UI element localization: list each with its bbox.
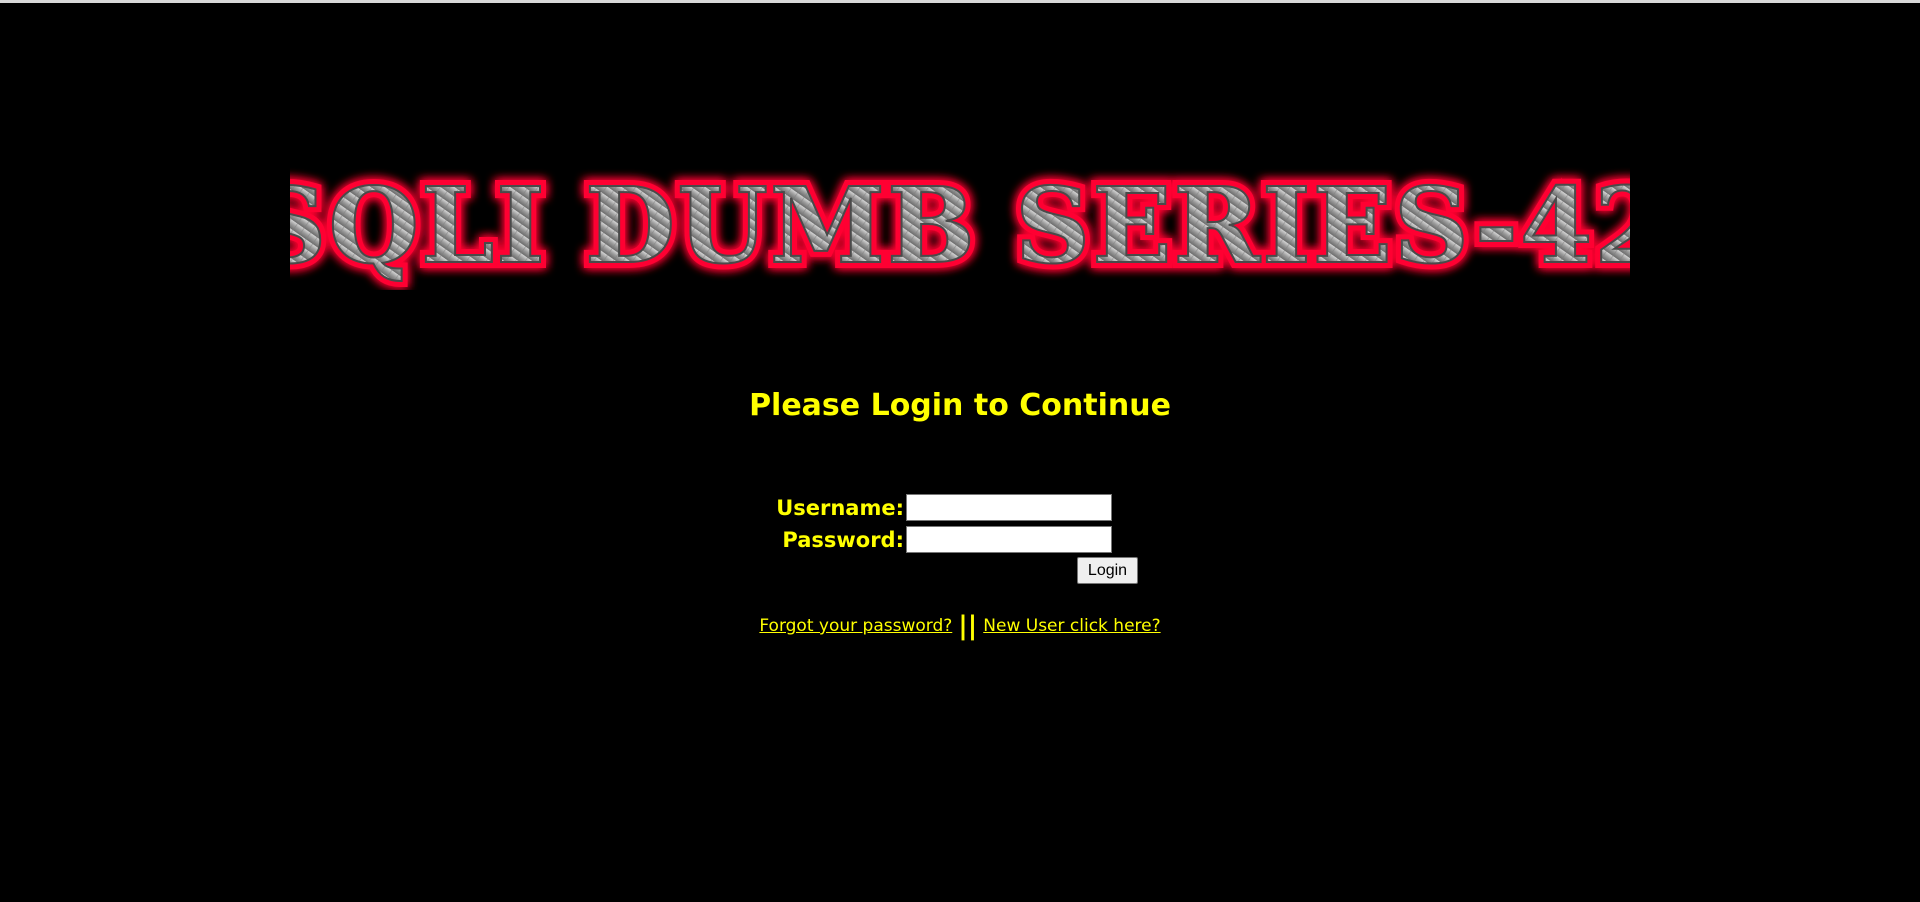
top-border — [0, 0, 1920, 3]
logo-text: SQLI DUMB SERIES-42 — [290, 164, 1630, 287]
link-separator: || — [958, 611, 978, 641]
password-input[interactable] — [906, 526, 1112, 553]
password-row: Password: — [0, 525, 904, 555]
username-row: Username: — [0, 493, 904, 523]
forgot-password-link[interactable]: Forgot your password? — [759, 616, 952, 636]
new-user-link[interactable]: New User click here? — [983, 616, 1160, 636]
login-button[interactable]: Login — [1077, 557, 1138, 584]
username-label: Username: — [776, 496, 904, 520]
password-label: Password: — [782, 528, 904, 552]
username-input[interactable] — [906, 494, 1112, 521]
series-logo: SQLI DUMB SERIES-42 SQLI DUMB SERIES-42 — [290, 150, 1630, 290]
account-links: Forgot your password? || New User click he… — [0, 612, 1920, 640]
page-title: Please Login to Continue — [749, 388, 1171, 423]
